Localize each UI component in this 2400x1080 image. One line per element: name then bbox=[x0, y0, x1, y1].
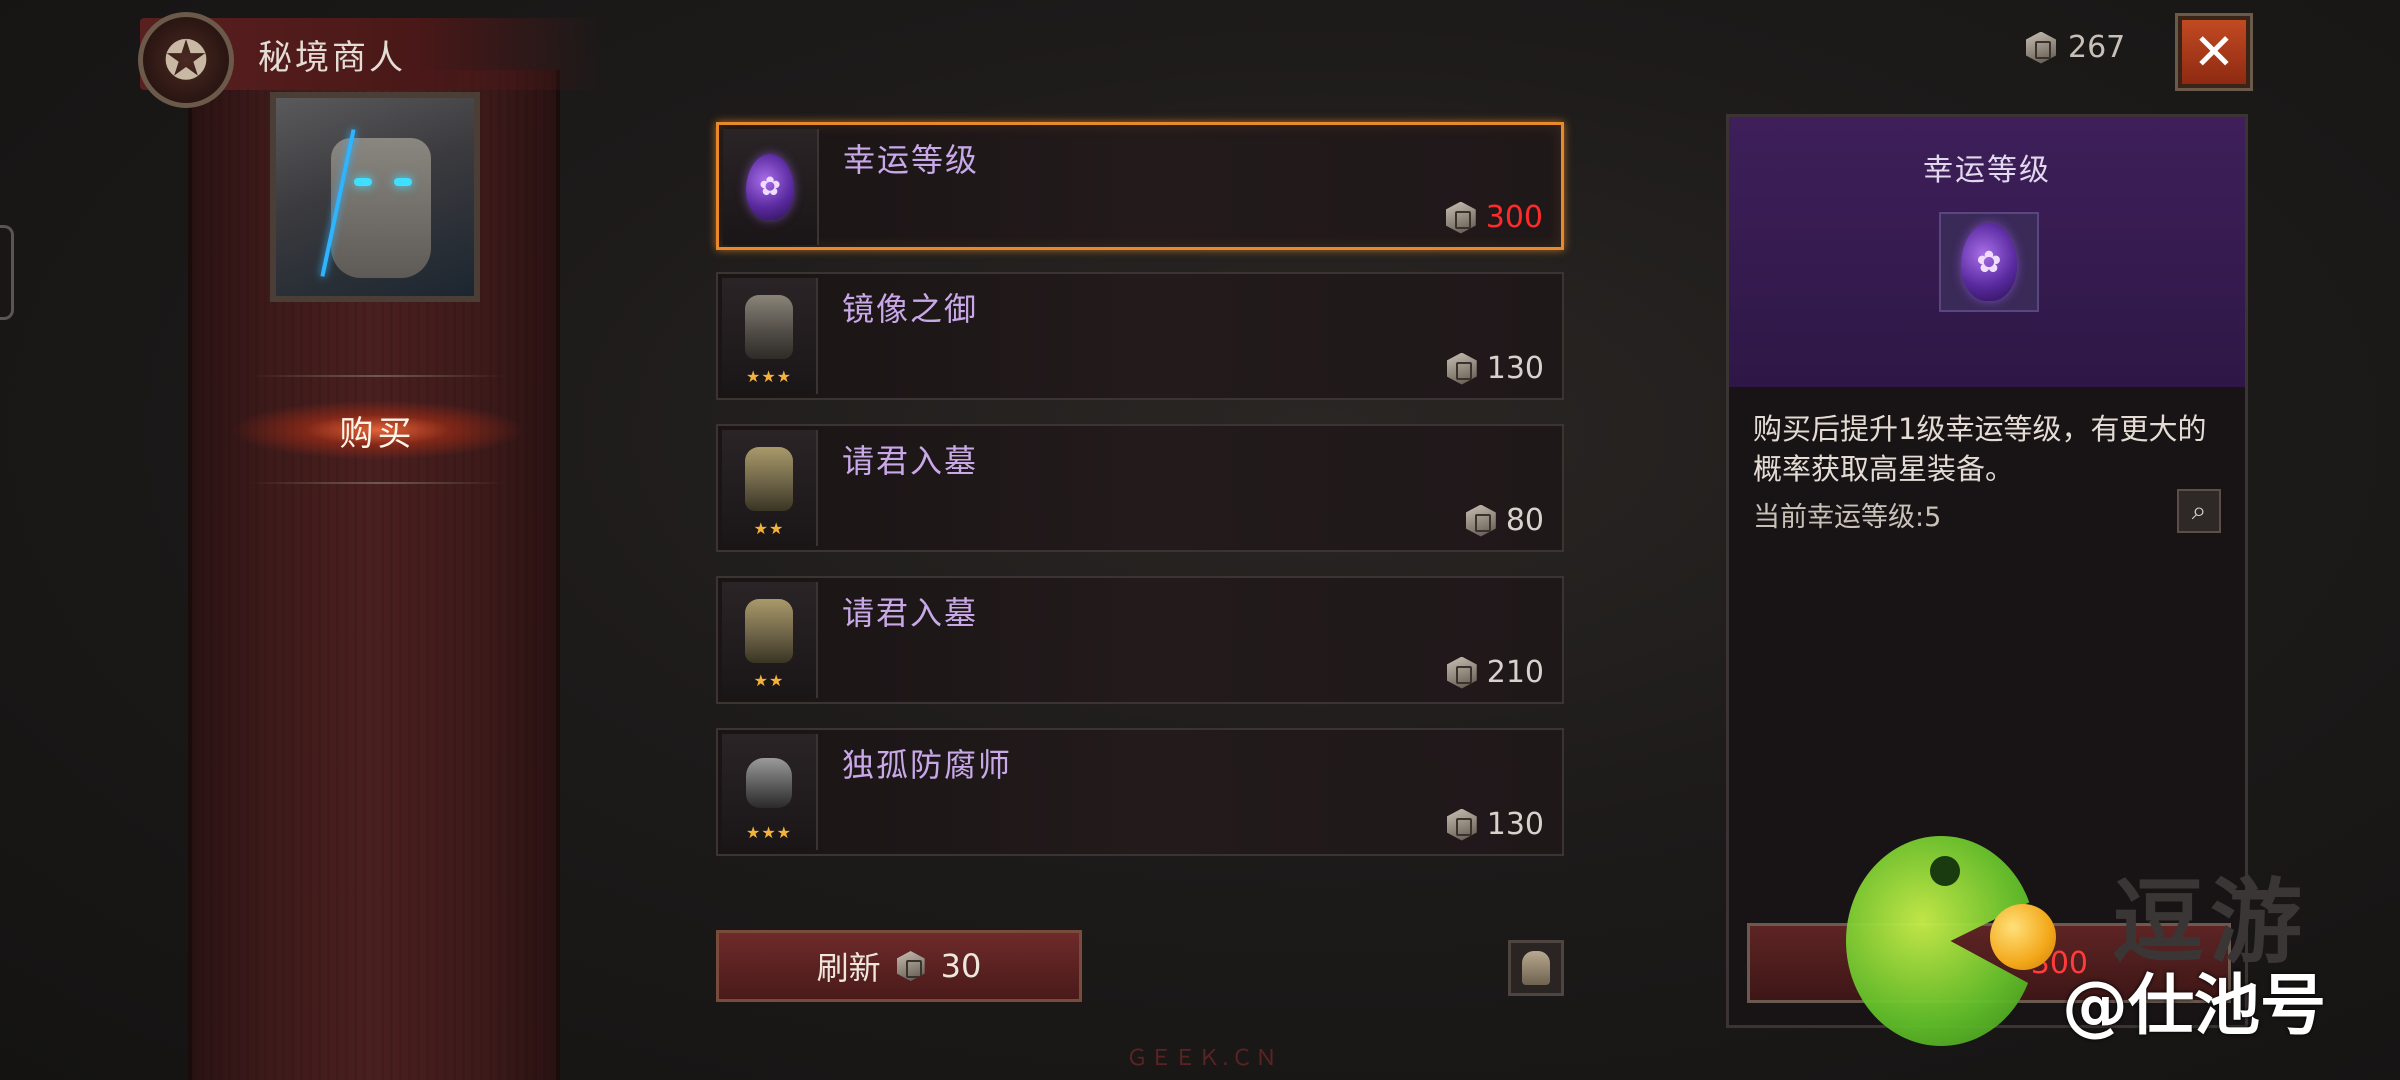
item-name: 幸运等级 bbox=[843, 141, 980, 179]
shop-item[interactable]: ★★★ 独孤防腐师 130 bbox=[716, 728, 1564, 856]
coin-icon bbox=[1445, 201, 1476, 234]
item-price-value: 130 bbox=[1486, 807, 1544, 842]
helmet-icon bbox=[1522, 951, 1550, 985]
item-price-value: 80 bbox=[1505, 503, 1544, 538]
helmet-button[interactable] bbox=[1508, 940, 1564, 996]
item-price: 130 bbox=[1446, 807, 1544, 842]
item-price: 80 bbox=[1465, 503, 1544, 538]
refresh-label: 刷新 bbox=[816, 949, 881, 987]
watermark-logo-eye bbox=[1930, 856, 1960, 886]
page-title: 秘境商人 bbox=[258, 38, 406, 78]
detail-header: 幸运等级 ✿ bbox=[1729, 117, 2245, 387]
currency-display: 267 bbox=[2026, 30, 2125, 65]
item-name: 请君入墓 bbox=[842, 594, 979, 632]
detail-icon-frame: ✿ bbox=[1939, 212, 2039, 312]
chest-armor-icon bbox=[745, 295, 793, 359]
item-name: 镜像之御 bbox=[842, 290, 979, 328]
watermark-logo-dot bbox=[1990, 904, 2056, 970]
coin-icon bbox=[1446, 656, 1477, 689]
watermark-handle: @仕池号 bbox=[2062, 967, 2326, 1044]
gauntlet-icon bbox=[746, 758, 792, 808]
shop-item[interactable]: ★★★ 镜像之御 130 bbox=[716, 272, 1564, 400]
detail-title: 幸运等级 bbox=[1923, 153, 2051, 188]
currency-amount: 267 bbox=[2068, 30, 2126, 65]
star-rating: ★★ bbox=[753, 671, 785, 690]
coin-icon bbox=[2026, 31, 2056, 64]
close-button[interactable]: ✕ bbox=[2178, 16, 2250, 88]
coin-icon bbox=[1465, 504, 1496, 537]
star-rating: ★★★ bbox=[745, 367, 793, 386]
watermark-small: ＧＥＥＫ.ＣＮ bbox=[1126, 1046, 1279, 1071]
merchant-portrait bbox=[270, 92, 480, 302]
item-price: 300 bbox=[1445, 200, 1543, 235]
item-price-value: 210 bbox=[1486, 655, 1544, 690]
item-price-value: 130 bbox=[1486, 351, 1544, 386]
star-rating: ★★ bbox=[753, 519, 785, 538]
item-price-value: 300 bbox=[1485, 200, 1543, 235]
star-rating: ★★★ bbox=[745, 823, 793, 842]
detail-description: 购买后提升1级幸运等级，有更大的概率获取高星装备。 bbox=[1753, 412, 2207, 486]
purple-gem-icon: ✿ bbox=[746, 154, 794, 220]
divider-top bbox=[250, 375, 505, 377]
item-icon-frame: ✿ bbox=[723, 129, 819, 245]
magnifier-icon[interactable]: ⌕ bbox=[2177, 489, 2221, 533]
item-price: 130 bbox=[1446, 351, 1544, 386]
item-icon-frame: ★★ bbox=[722, 430, 818, 546]
item-icon-frame: ★★★ bbox=[722, 734, 818, 850]
refresh-button[interactable]: 刷新 30 bbox=[716, 930, 1082, 1002]
chest-armor-icon bbox=[745, 599, 793, 663]
edge-pull-tab[interactable] bbox=[0, 225, 14, 320]
item-name: 独孤防腐师 bbox=[842, 746, 1013, 784]
item-name: 请君入墓 bbox=[842, 442, 979, 480]
chest-armor-icon bbox=[745, 447, 793, 511]
coin-icon bbox=[1446, 808, 1477, 841]
divider-bottom bbox=[250, 482, 505, 484]
shop-item[interactable]: ✿ 幸运等级 300 bbox=[716, 122, 1564, 250]
refresh-cost: 30 bbox=[940, 947, 982, 985]
tab-buy[interactable]: 购买 bbox=[230, 400, 525, 460]
shop-item[interactable]: ★★ 请君入墓 80 bbox=[716, 424, 1564, 552]
item-price: 210 bbox=[1446, 655, 1544, 690]
current-luck-level: 当前幸运等级:5 bbox=[1753, 502, 1942, 533]
coin-icon bbox=[896, 951, 925, 981]
pentagram-icon: ✪ bbox=[138, 12, 234, 108]
item-icon-frame: ★★★ bbox=[722, 278, 818, 394]
purple-gem-icon: ✿ bbox=[1961, 223, 2017, 301]
shop-item[interactable]: ★★ 请君入墓 210 bbox=[716, 576, 1564, 704]
item-icon-frame: ★★ bbox=[722, 582, 818, 698]
coin-icon bbox=[1446, 352, 1477, 385]
